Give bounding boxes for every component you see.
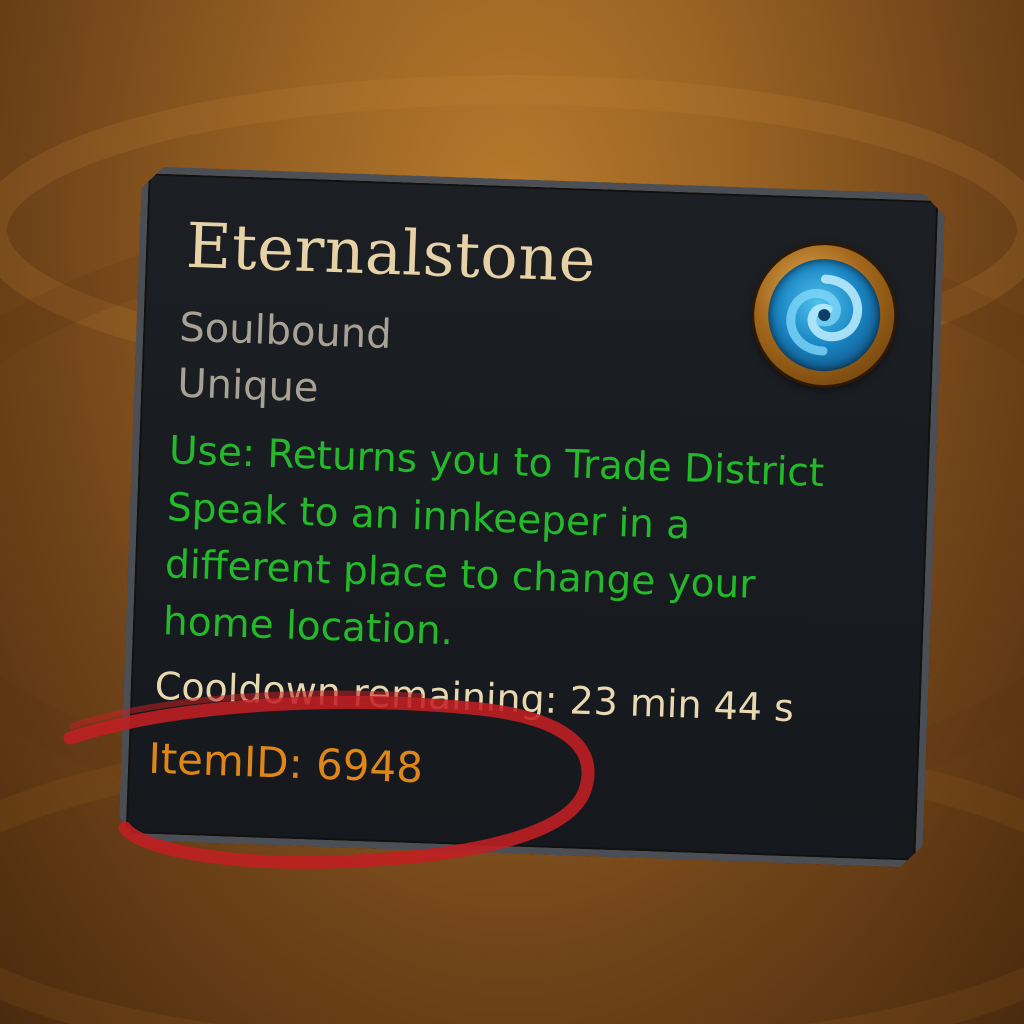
binding-label: Soulbound	[178, 304, 393, 358]
item-tooltip: Eternalstone Soulbound Unique Use: Retur…	[118, 166, 945, 868]
item-name: Eternalstone	[184, 208, 598, 297]
item-icon-frame	[752, 243, 897, 388]
use-effect-text: Use: Returns you to Trade District Speak…	[162, 422, 920, 676]
cooldown-text: Cooldown remaining: 23 min 44 s	[154, 663, 795, 731]
item-id: ItemID: 6948	[147, 733, 424, 793]
swirl-hearthstone-icon	[766, 257, 882, 373]
unique-label: Unique	[176, 360, 320, 412]
